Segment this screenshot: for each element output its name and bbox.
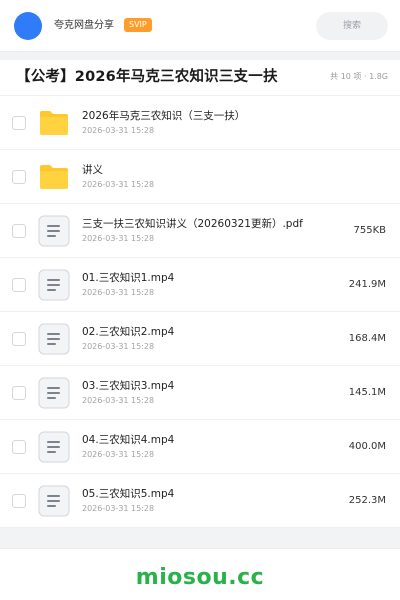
file-size: 241.9M	[348, 279, 386, 290]
row-checkbox[interactable]	[12, 332, 26, 346]
row-checkbox[interactable]	[12, 116, 26, 130]
file-row[interactable]: 01.三农知识1.mp4 2026-03-31 15:28 241.9M	[0, 258, 400, 312]
file-row[interactable]: 03.三农知识3.mp4 2026-03-31 15:28 145.1M	[0, 366, 400, 420]
folder-icon	[40, 165, 68, 189]
row-checkbox[interactable]	[12, 494, 26, 508]
file-size: 168.4M	[348, 333, 386, 344]
page-title: 【公考】2026年马克三农知识三支一扶	[16, 69, 278, 85]
file-row[interactable]: 05.三农知识5.mp4 2026-03-31 15:28 252.3M	[0, 474, 400, 528]
row-checkbox[interactable]	[12, 386, 26, 400]
file-date: 2026-03-31 15:28	[82, 450, 155, 459]
file-date: 2026-03-31 15:28	[82, 126, 155, 135]
document-icon	[38, 215, 70, 247]
file-date: 2026-03-31 15:28	[82, 342, 155, 351]
file-row[interactable]: 讲义 2026-03-31 15:28	[0, 150, 400, 204]
file-name: 02.三农知识2.mp4	[82, 326, 175, 338]
document-icon	[38, 377, 70, 409]
file-name: 04.三农知识4.mp4	[82, 434, 175, 446]
file-date: 2026-03-31 15:28	[82, 288, 155, 297]
row-checkbox[interactable]	[12, 440, 26, 454]
row-checkbox[interactable]	[12, 224, 26, 238]
search-button[interactable]: 搜索	[316, 12, 388, 40]
file-size: 145.1M	[348, 387, 386, 398]
document-icon	[38, 269, 70, 301]
file-row[interactable]: 三支一扶三农知识讲义（20260321更新）.pdf 2026-03-31 15…	[0, 204, 400, 258]
file-name: 2026年马克三农知识（三支一扶）	[82, 110, 246, 122]
file-date: 2026-03-31 15:28	[82, 180, 155, 189]
folder-icon	[40, 111, 68, 135]
watermark-text: miosou.cc	[135, 565, 265, 590]
file-row[interactable]: 04.三农知识4.mp4 2026-03-31 15:28 400.0M	[0, 420, 400, 474]
footer: miosou.cc	[0, 548, 400, 600]
file-date: 2026-03-31 15:28	[82, 396, 155, 405]
file-date: 2026-03-31 15:28	[82, 234, 155, 243]
row-checkbox[interactable]	[12, 170, 26, 184]
file-row[interactable]: 2026年马克三农知识（三支一扶） 2026-03-31 15:28	[0, 96, 400, 150]
svip-badge: SVIP	[124, 18, 152, 32]
file-size: 755KB	[353, 225, 386, 236]
document-icon	[38, 323, 70, 355]
file-list: 2026年马克三农知识（三支一扶） 2026-03-31 15:28 讲义 20…	[0, 96, 400, 528]
folder-meta: 共 10 项 · 1.8G	[330, 72, 388, 81]
file-name: 三支一扶三农知识讲义（20260321更新）.pdf	[82, 218, 303, 230]
file-name: 05.三农知识5.mp4	[82, 488, 175, 500]
file-row[interactable]: 02.三农知识2.mp4 2026-03-31 15:28 168.4M	[0, 312, 400, 366]
document-icon	[38, 431, 70, 463]
file-size: 400.0M	[348, 441, 386, 452]
avatar[interactable]	[14, 12, 42, 40]
row-checkbox[interactable]	[12, 278, 26, 292]
app-name: 夸克网盘分享	[54, 20, 114, 31]
file-size: 252.3M	[348, 495, 386, 506]
file-name: 01.三农知识1.mp4	[82, 272, 175, 284]
file-name: 03.三农知识3.mp4	[82, 380, 175, 392]
file-date: 2026-03-31 15:28	[82, 504, 155, 513]
document-icon	[38, 485, 70, 517]
top-bar: 夸克网盘分享 SVIP 搜索	[0, 0, 400, 52]
folder-header: 【公考】2026年马克三农知识三支一扶 共 10 项 · 1.8G	[0, 60, 400, 96]
file-name: 讲义	[82, 164, 103, 176]
